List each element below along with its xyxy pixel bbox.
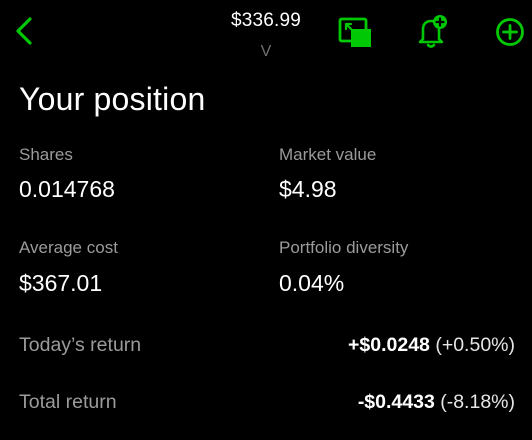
header-price: $336.99 <box>230 10 302 31</box>
todays-return-amount: +$0.0248 <box>348 333 430 356</box>
price-alert-button[interactable] <box>414 14 450 55</box>
todays-return-label: Today’s return <box>19 333 142 356</box>
average-cost-label: Average cost <box>19 238 118 257</box>
total-return-value: -$0.4433 (-8.18%) <box>358 391 515 414</box>
plus-circle-icon <box>494 16 526 53</box>
market-value-label: Market value <box>279 145 377 164</box>
add-button[interactable] <box>492 16 528 52</box>
shares-label: Shares <box>19 145 73 164</box>
todays-return-value: +$0.0248 (+0.50%) <box>348 334 515 357</box>
shares-value: 0.014768 <box>19 176 115 202</box>
average-cost-value: $367.01 <box>19 270 103 296</box>
top-bar: $336.99 V <box>0 0 532 70</box>
portfolio-diversity-label: Portfolio diversity <box>279 238 409 257</box>
total-return-percent: (-8.18%) <box>440 390 515 413</box>
market-value: $4.98 <box>279 176 337 202</box>
todays-return-row[interactable]: Today’s return +$0.0248 (+0.50%) <box>19 331 515 359</box>
todays-return-percent: (+0.50%) <box>435 333 515 356</box>
picture-in-picture-button[interactable] <box>336 16 372 52</box>
portfolio-diversity-value: 0.04% <box>279 270 345 296</box>
total-return-label: Total return <box>19 390 117 413</box>
bell-plus-icon <box>414 14 450 55</box>
header-ticker[interactable]: V <box>0 43 532 61</box>
picture-in-picture-icon <box>337 16 371 53</box>
total-return-row[interactable]: Total return -$0.4433 (-8.18%) <box>19 388 515 416</box>
section-title: Your position <box>19 81 206 117</box>
total-return-amount: -$0.4433 <box>357 390 435 413</box>
